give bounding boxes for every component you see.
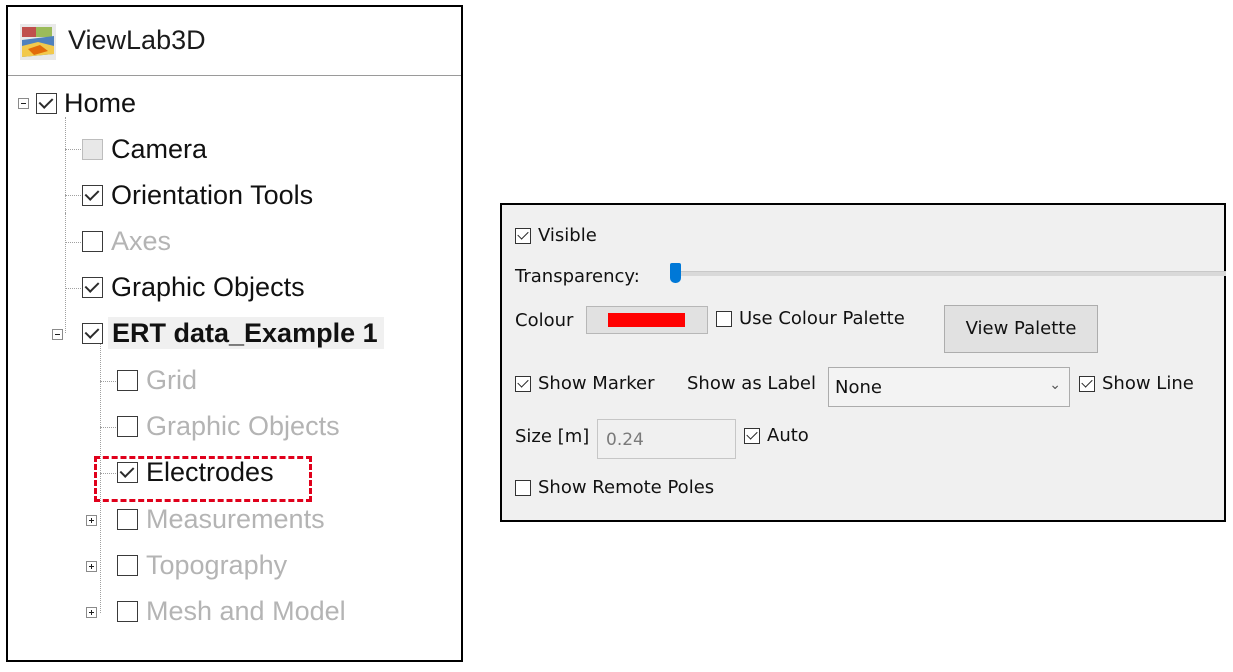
scene-tree-panel: ViewLab3D Home Camera Orientation Tools … (6, 5, 463, 662)
show-remote-poles-label: Show Remote Poles (538, 477, 715, 498)
transparency-slider-thumb[interactable] (670, 263, 681, 283)
tree-item-camera[interactable]: Camera (111, 133, 207, 165)
show-line-label: Show Line (1102, 373, 1194, 394)
show-as-label-dropdown[interactable]: None ⌄ (828, 367, 1070, 407)
tree-item-axes[interactable]: Axes (111, 225, 171, 257)
tree-item-measurements[interactable]: Measurements (146, 503, 325, 535)
show-remote-poles-checkbox[interactable] (515, 480, 531, 496)
ert-data-checkbox[interactable] (82, 323, 103, 344)
orientation-tools-checkbox[interactable] (82, 185, 103, 206)
electrodes-highlight-box (94, 456, 312, 502)
tree-item-home[interactable]: Home (64, 87, 136, 119)
expand-mesh-and-model-icon[interactable] (86, 607, 97, 618)
auto-checkbox[interactable] (744, 428, 760, 444)
tree-item-grid[interactable]: Grid (146, 364, 197, 396)
app-logo-icon (20, 24, 56, 60)
tree-connector (65, 195, 81, 196)
measurements-checkbox[interactable] (117, 509, 138, 530)
chevron-down-icon: ⌄ (1049, 377, 1061, 393)
home-checkbox[interactable] (36, 93, 57, 114)
colour-label: Colour (515, 310, 574, 331)
use-colour-palette-checkbox[interactable] (716, 311, 732, 327)
collapse-ert-data-icon[interactable] (52, 329, 63, 340)
colour-picker-button[interactable] (586, 306, 708, 334)
show-line-checkbox[interactable] (1079, 376, 1095, 392)
tree-header: ViewLab3D (8, 7, 461, 76)
tree-item-ert-graphic-objects[interactable]: Graphic Objects (146, 410, 340, 442)
tree-connector (100, 381, 116, 382)
use-colour-palette-label: Use Colour Palette (739, 308, 905, 329)
tree-connector (65, 242, 81, 243)
app-title: ViewLab3D (68, 25, 206, 55)
mesh-and-model-checkbox[interactable] (117, 601, 138, 622)
expand-measurements-icon[interactable] (86, 515, 97, 526)
visible-label: Visible (538, 225, 597, 246)
grid-checkbox[interactable] (117, 370, 138, 391)
size-label: Size [m] (515, 426, 590, 447)
collapse-home-icon[interactable] (18, 98, 29, 109)
tree-item-graphic-objects[interactable]: Graphic Objects (111, 271, 305, 303)
tree-connector (65, 288, 81, 289)
graphic-objects-checkbox[interactable] (82, 277, 103, 298)
visible-checkbox[interactable] (515, 228, 531, 244)
size-input[interactable]: 0.24 (597, 419, 736, 459)
topography-checkbox[interactable] (117, 555, 138, 576)
tree-connector (65, 149, 81, 150)
axes-checkbox[interactable] (82, 231, 103, 252)
show-marker-checkbox[interactable] (515, 376, 531, 392)
show-marker-label: Show Marker (538, 373, 655, 394)
camera-checkbox[interactable] (82, 139, 103, 160)
tree-connector (65, 213, 66, 333)
colour-swatch (608, 313, 685, 327)
ert-graphic-objects-checkbox[interactable] (117, 416, 138, 437)
view-palette-button[interactable]: View Palette (944, 305, 1098, 353)
tree-item-orientation-tools[interactable]: Orientation Tools (111, 179, 313, 211)
tree-connector (100, 427, 116, 428)
transparency-slider[interactable] (680, 271, 1226, 276)
transparency-label: Transparency: (515, 266, 640, 287)
auto-label: Auto (767, 425, 809, 446)
show-as-label-value: None (835, 377, 882, 398)
tree-item-topography[interactable]: Topography (146, 549, 287, 581)
electrode-properties-panel: Visible Transparency: Colour Use Colour … (500, 203, 1226, 522)
tree-connector (65, 117, 66, 213)
tree-item-ert-data-example-1[interactable]: ERT data_Example 1 (108, 317, 384, 349)
tree-item-mesh-and-model[interactable]: Mesh and Model (146, 595, 346, 627)
expand-topography-icon[interactable] (86, 561, 97, 572)
size-value: 0.24 (606, 430, 644, 450)
show-as-label-label: Show as Label (687, 373, 816, 394)
